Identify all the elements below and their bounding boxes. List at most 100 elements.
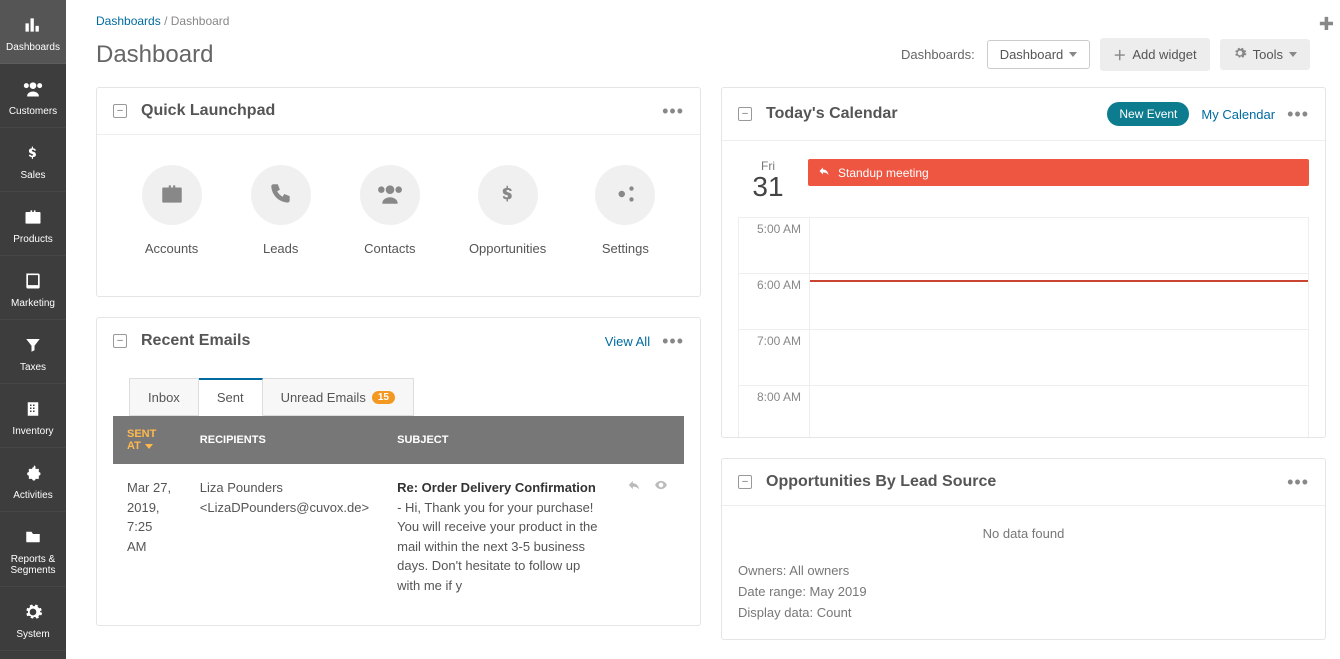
- caret-down-icon: [1069, 52, 1077, 57]
- tab-label: Unread Emails: [281, 390, 366, 405]
- dollar-icon: [499, 180, 517, 211]
- folder-icon: [23, 524, 43, 550]
- day-number: 31: [738, 173, 798, 201]
- book-icon: [23, 268, 43, 294]
- launchpad-label: Contacts: [364, 241, 415, 256]
- caret-down-icon: [1289, 52, 1297, 57]
- launchpad-item-settings[interactable]: Settings: [595, 165, 655, 256]
- sidebar-item-activities[interactable]: Activities: [0, 448, 66, 512]
- content: – Quick Launchpad ••• Accounts: [66, 87, 1340, 659]
- launchpad-label: Opportunities: [469, 241, 546, 256]
- tab-unread[interactable]: Unread Emails 15: [263, 378, 414, 416]
- tab-inbox[interactable]: Inbox: [129, 378, 199, 416]
- sidebar-item-dashboards[interactable]: Dashboards: [0, 0, 66, 64]
- users-icon: [375, 181, 405, 210]
- dashboard-select-label: Dashboard: [1000, 47, 1064, 62]
- tab-label: Inbox: [148, 390, 180, 405]
- widget-launchpad: – Quick Launchpad ••• Accounts: [96, 87, 701, 297]
- users-icon: [21, 76, 45, 102]
- col-recipients[interactable]: RECIPIENTS: [186, 416, 383, 464]
- phone-icon: [268, 181, 294, 210]
- email-table: SENT AT RECIPIENTS SUBJECT Mar 27, 2019,…: [113, 416, 684, 609]
- event-title: Standup meeting: [838, 166, 929, 180]
- hour-slot[interactable]: [809, 274, 1308, 329]
- sidebar-item-label: Reports & Segments: [0, 554, 66, 576]
- breadcrumb-current: Dashboard: [171, 14, 230, 28]
- dashboard-select[interactable]: Dashboard: [987, 40, 1091, 69]
- header: Dashboards / Dashboard Dashboard Dashboa…: [66, 0, 1340, 87]
- sidebar-item-sales[interactable]: Sales: [0, 128, 66, 192]
- launchpad-item-accounts[interactable]: Accounts: [142, 165, 202, 256]
- main: ✚ Dashboards / Dashboard Dashboard Dashb…: [66, 0, 1340, 659]
- no-data-message: No data found: [722, 506, 1325, 561]
- more-icon[interactable]: •••: [662, 332, 684, 350]
- hour-slot[interactable]: [809, 386, 1308, 437]
- briefcase-icon: [22, 204, 44, 230]
- more-icon[interactable]: •••: [1287, 473, 1309, 491]
- hour-slot[interactable]: [809, 330, 1308, 385]
- launchpad-label: Accounts: [145, 241, 198, 256]
- breadcrumb-sep: /: [164, 14, 167, 28]
- table-row[interactable]: Mar 27, 2019, 7:25 AM Liza Pounders <Liz…: [113, 464, 684, 609]
- collapse-icon[interactable]: –: [113, 334, 127, 348]
- widget-title: Opportunities By Lead Source: [766, 473, 1287, 491]
- calendar-event[interactable]: Standup meeting: [808, 159, 1309, 186]
- add-widget-button[interactable]: ＋ Add widget: [1100, 38, 1209, 71]
- sidebar-item-label: System: [16, 629, 49, 640]
- reply-icon: [818, 165, 830, 180]
- sidebar-item-products[interactable]: Products: [0, 192, 66, 256]
- hour-label: 7:00 AM: [739, 330, 809, 385]
- collapse-icon[interactable]: –: [738, 107, 752, 121]
- building-icon: [24, 396, 42, 422]
- tab-sent[interactable]: Sent: [199, 378, 263, 416]
- reply-icon[interactable]: [626, 478, 642, 498]
- col-subject[interactable]: SUBJECT: [383, 416, 612, 464]
- gears-icon: [611, 181, 639, 210]
- collapse-icon[interactable]: –: [738, 475, 752, 489]
- new-event-button[interactable]: New Event: [1107, 102, 1189, 126]
- tools-button[interactable]: Tools: [1220, 39, 1310, 70]
- hour-label: 5:00 AM: [739, 218, 809, 273]
- hour-slot[interactable]: [809, 218, 1308, 273]
- collapse-icon[interactable]: –: [113, 104, 127, 118]
- calendar-day: Fri 31: [738, 159, 798, 201]
- sidebar-item-label: Dashboards: [6, 42, 60, 53]
- add-button[interactable]: ✚: [1319, 14, 1334, 35]
- tools-label: Tools: [1253, 47, 1283, 62]
- view-all-link[interactable]: View All: [605, 334, 650, 349]
- widget-title: Today's Calendar: [766, 105, 1107, 123]
- breadcrumb-root[interactable]: Dashboards: [96, 14, 161, 28]
- breadcrumb: Dashboards / Dashboard: [96, 14, 1310, 28]
- more-icon[interactable]: •••: [662, 102, 684, 120]
- launchpad-item-opportunities[interactable]: Opportunities: [469, 165, 546, 256]
- hour-label: 6:00 AM: [739, 274, 809, 329]
- my-calendar-link[interactable]: My Calendar: [1201, 107, 1275, 122]
- bar-chart-icon: [22, 12, 44, 38]
- sidebar-item-label: Taxes: [20, 362, 46, 373]
- sidebar-item-taxes[interactable]: Taxes: [0, 320, 66, 384]
- puzzle-icon: [23, 460, 43, 486]
- sidebar-item-marketing[interactable]: Marketing: [0, 256, 66, 320]
- widget-calendar: – Today's Calendar New Event My Calendar…: [721, 87, 1326, 438]
- cell-subject: Re: Order Delivery Confirmation - Hi, Th…: [383, 464, 612, 609]
- sidebar-item-label: Customers: [9, 106, 57, 117]
- funnel-icon: [24, 332, 42, 358]
- more-icon[interactable]: •••: [1287, 105, 1309, 123]
- sidebar-item-label: Inventory: [12, 426, 53, 437]
- eye-icon[interactable]: [652, 478, 670, 498]
- unread-badge: 15: [372, 391, 395, 404]
- sidebar-item-reports[interactable]: Reports & Segments: [0, 512, 66, 587]
- sidebar-item-customers[interactable]: Customers: [0, 64, 66, 128]
- dashboards-label: Dashboards:: [901, 47, 975, 62]
- col-sent-at[interactable]: SENT AT: [113, 416, 186, 464]
- sidebar-item-system[interactable]: System: [0, 587, 66, 651]
- launchpad-item-contacts[interactable]: Contacts: [360, 165, 420, 256]
- sidebar-item-inventory[interactable]: Inventory: [0, 384, 66, 448]
- launchpad-label: Leads: [263, 241, 298, 256]
- gear-icon: [1233, 46, 1247, 63]
- launchpad-item-leads[interactable]: Leads: [251, 165, 311, 256]
- add-widget-label: Add widget: [1132, 47, 1196, 62]
- email-tabs: Inbox Sent Unread Emails 15: [113, 364, 684, 416]
- calendar-grid[interactable]: 5:00 AM 6:00 AM 7:00 AM 8:00 AM: [738, 217, 1309, 437]
- page-title: Dashboard: [96, 41, 901, 69]
